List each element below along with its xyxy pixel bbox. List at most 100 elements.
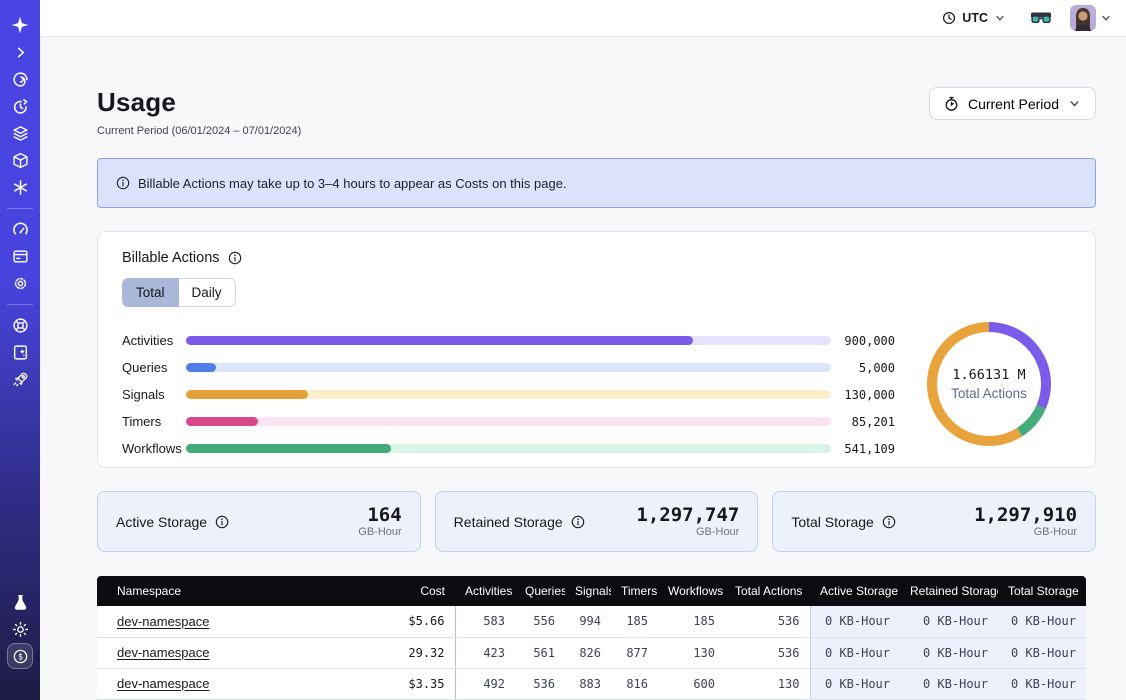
billing-icon[interactable]: $: [7, 643, 33, 669]
avatar: [1070, 5, 1096, 31]
table-cell: 185: [611, 606, 658, 637]
storage-card-label: Total Storage: [791, 514, 874, 530]
info-icon[interactable]: [882, 515, 896, 529]
storage-card-value: 164: [358, 505, 401, 525]
total-daily-tabs: TotalDaily: [122, 278, 236, 307]
workflows-window-icon[interactable]: [7, 243, 33, 269]
table-cell: 0 KB-Hour: [810, 637, 900, 668]
table-cell: 0 KB-Hour: [900, 606, 998, 637]
main-content: Usage Current Period (06/01/2024 – 07/01…: [40, 37, 1126, 700]
storage-card-unit: GB-Hour: [358, 526, 401, 538]
namespace-cell: dev-namespace: [97, 668, 380, 699]
sidebar-divider: [7, 304, 33, 305]
storage-card-label: Retained Storage: [454, 514, 563, 530]
table-cell: 877: [611, 637, 658, 668]
temporal-logo-icon[interactable]: [7, 12, 33, 38]
chevron-down-icon: [1068, 97, 1081, 110]
namespace-link[interactable]: dev-namespace: [117, 676, 210, 691]
bar-track: [186, 390, 831, 399]
table-cell: 0 KB-Hour: [810, 606, 900, 637]
col-header-queries: Queries: [515, 576, 565, 606]
col-header-signals: Signals: [565, 576, 611, 606]
table-cell: 816: [611, 668, 658, 699]
page-title: Usage: [97, 87, 301, 118]
period-subtitle: Current Period (06/01/2024 – 07/01/2024): [97, 125, 301, 137]
namespace-link[interactable]: dev-namespace: [117, 614, 210, 629]
settings-gear-icon[interactable]: [7, 270, 33, 296]
info-icon[interactable]: [228, 251, 242, 265]
support-lifebuoy-icon[interactable]: [7, 312, 33, 338]
theme-sun-icon[interactable]: [7, 616, 33, 642]
info-icon[interactable]: [571, 515, 585, 529]
table-cell: 423: [455, 637, 515, 668]
table-cell: 130: [725, 668, 810, 699]
chevron-down-icon: [1100, 12, 1112, 24]
namespace-cell: dev-namespace: [97, 637, 380, 668]
table-cell: $3.35: [380, 668, 455, 699]
layers-icon[interactable]: [7, 120, 33, 146]
billable-actions-card: Billable Actions TotalDaily Activities 90…: [97, 231, 1096, 468]
namespace-link[interactable]: dev-namespace: [117, 645, 210, 660]
usage-gauge-icon[interactable]: [7, 216, 33, 242]
bar-value: 130,000: [839, 388, 895, 402]
table-cell: 600: [658, 668, 725, 699]
bar-label: Workflows: [122, 441, 186, 456]
bar-value: 900,000: [839, 334, 895, 348]
docs-icon[interactable]: [7, 339, 33, 365]
table-cell: 883: [565, 668, 611, 699]
labs-flask-icon[interactable]: [7, 589, 33, 615]
bar-fill: [186, 363, 216, 372]
table-cell: 0 KB-Hour: [998, 637, 1086, 668]
bar-track: [186, 363, 831, 372]
namespace-cell: dev-namespace: [97, 606, 380, 637]
svg-text:$: $: [17, 652, 22, 662]
table-cell: 536: [725, 606, 810, 637]
table-cell: 0 KB-Hour: [998, 606, 1086, 637]
table-cell: 0 KB-Hour: [998, 668, 1086, 699]
bar-fill: [186, 444, 391, 453]
bar-label: Activities: [122, 333, 186, 348]
col-header-total-storage: Total Storage: [998, 576, 1086, 606]
storage-card-value: 1,297,910: [974, 505, 1077, 525]
namespaces-icon[interactable]: [7, 66, 33, 92]
timezone-selector[interactable]: UTC: [942, 11, 1006, 25]
stopwatch-icon: [944, 96, 959, 112]
getting-started-rocket-icon[interactable]: [7, 366, 33, 392]
table-cell: 536: [725, 637, 810, 668]
period-dropdown-button[interactable]: Current Period: [929, 87, 1096, 120]
table-row: dev-namespace29.324235618268771305360 KB…: [97, 637, 1086, 668]
table-cell: 492: [455, 668, 515, 699]
bar-fill: [186, 390, 308, 399]
col-header-namespace: Namespace: [97, 576, 380, 606]
info-banner: Billable Actions may take up to 3–4 hour…: [97, 158, 1096, 208]
bar-label: Timers: [122, 414, 186, 429]
feedback-glasses-icon[interactable]: [1030, 11, 1052, 25]
total-storage-card: Total Storage 1,297,910 GB-Hour: [772, 491, 1096, 552]
info-icon[interactable]: [215, 515, 229, 529]
tab-daily[interactable]: Daily: [179, 278, 236, 307]
topbar: UTC: [40, 0, 1126, 37]
table-cell: 29.32: [380, 637, 455, 668]
donut-total-value: 1.66131 M: [952, 367, 1025, 383]
banner-text: Billable Actions may take up to 3–4 hour…: [138, 176, 567, 191]
col-header-active-storage: Active Storage: [810, 576, 900, 606]
bar-track: [186, 444, 831, 453]
nexus-icon[interactable]: [7, 174, 33, 200]
collapse-chevron-icon[interactable]: [7, 39, 33, 65]
storage-card-unit: GB-Hour: [974, 526, 1077, 538]
active-storage-card: Active Storage 164 GB-Hour: [97, 491, 421, 552]
bar-value: 85,201: [839, 415, 895, 429]
schedules-icon[interactable]: [7, 93, 33, 119]
deployments-cube-icon[interactable]: [7, 147, 33, 173]
storage-card-value: 1,297,747: [636, 505, 739, 525]
col-header-total-actions: Total Actions: [725, 576, 810, 606]
billable-actions-title: Billable Actions: [122, 250, 220, 266]
storage-card-unit: GB-Hour: [636, 526, 739, 538]
user-menu[interactable]: [1070, 5, 1112, 31]
bar-track: [186, 417, 831, 426]
tab-total[interactable]: Total: [122, 278, 179, 307]
col-header-cost: Cost: [380, 576, 455, 606]
clock-icon: [942, 11, 956, 25]
sidebar-divider: [7, 208, 33, 209]
bar-value: 541,109: [839, 442, 895, 456]
